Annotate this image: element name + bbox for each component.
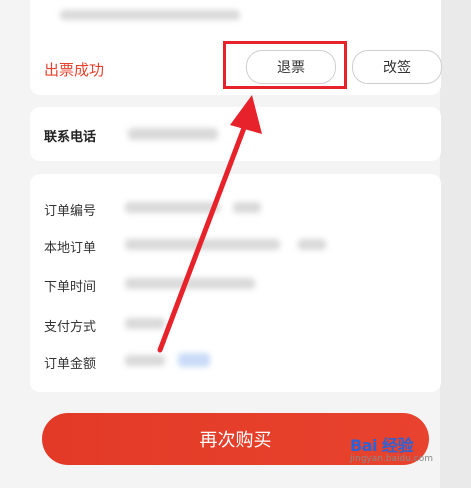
watermark-url: jingyan.baidu.com: [350, 454, 434, 464]
annotation-arrow: [157, 95, 262, 353]
baidu-watermark: Bai 经验 jingyan.baidu.com: [350, 432, 433, 464]
watermark-brand: Bai 经验: [350, 436, 414, 455]
